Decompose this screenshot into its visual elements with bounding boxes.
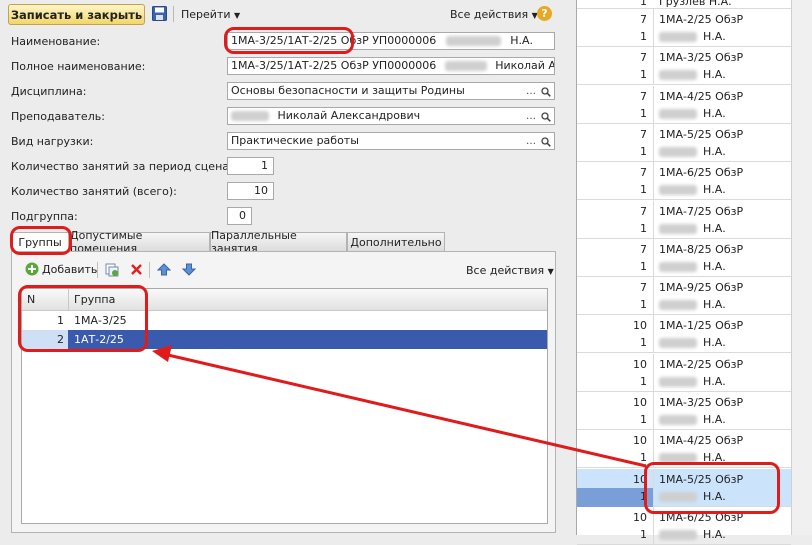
- annotation-arrow: [152, 345, 647, 468]
